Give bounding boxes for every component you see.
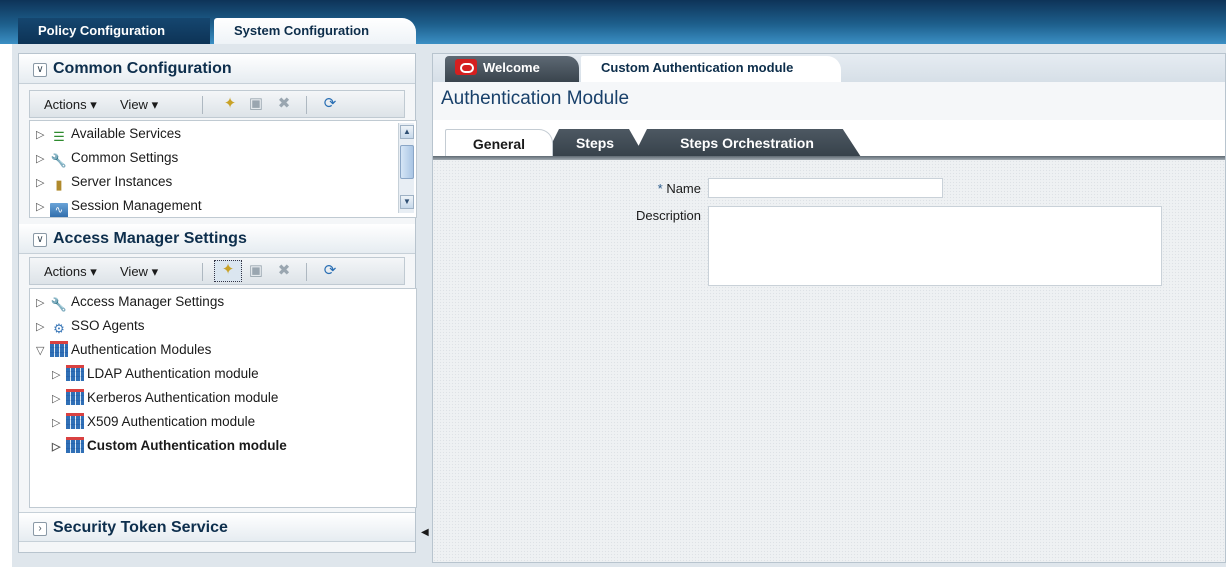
expand-icon[interactable]: ▷ [36,148,50,170]
chevron-down-icon: ∨ [33,233,47,247]
refresh-icon[interactable]: ⟳ [320,95,340,113]
scroll-up-icon[interactable]: ▲ [400,125,414,139]
oracle-logo-icon [455,59,477,75]
view-menu[interactable]: View ▾ [120,97,158,113]
session-monitor-icon: ∿ [50,203,68,217]
name-label: * Name [657,181,701,196]
name-input[interactable] [708,178,943,198]
expand-icon[interactable]: ▷ [36,292,50,314]
access-manager-toolbar: Actions ▾ View ▾ ✦ ▣ ✖ ⟳ [29,257,405,285]
toolbar-separator [202,263,203,281]
delete-icon[interactable]: ✖ [274,262,294,280]
module-grid-icon [66,413,84,429]
module-grid-icon [66,365,84,381]
general-form: * Name Description [433,160,1225,562]
create-icon[interactable]: ✦ [214,260,242,282]
accordion-title: Access Manager Settings [53,230,247,247]
create-icon[interactable]: ✦ [220,95,240,113]
content-pane: Welcome Custom Authentication module Aut… [432,53,1226,563]
expand-icon[interactable]: ▷ [36,316,50,338]
tab-steps-orchestration[interactable]: Steps Orchestration [633,129,861,157]
expand-icon[interactable]: ▷ [36,196,50,217]
tab-general[interactable]: General [445,129,553,157]
view-menu[interactable]: View ▾ [120,264,158,280]
accordion-security-token-service[interactable]: › Security Token Service [19,512,415,542]
refresh-icon[interactable]: ⟳ [320,262,340,280]
module-grid-icon [66,437,84,453]
accordion-common-configuration[interactable]: ∨ Common Configuration [19,54,415,84]
tree-item-ldap-module[interactable]: ▷ LDAP Authentication module [52,363,259,387]
description-label: Description [635,208,701,223]
actions-menu[interactable]: Actions ▾ [44,264,97,280]
navigation-pane: ∨ Common Configuration Actions ▾ View ▾ ✦… [18,53,417,553]
module-grid-icon [66,389,84,405]
tree-item-x509-module[interactable]: ▷ X509 Authentication module [52,411,255,435]
accordion-title: Common Configuration [53,60,232,77]
expand-icon[interactable]: ▷ [52,388,66,410]
document-tabs: Welcome Custom Authentication module [433,54,1225,82]
expand-icon[interactable]: ▷ [36,172,50,194]
tree-item-session-management[interactable]: ▷ ∿ Session Management [36,195,202,217]
page-title: Authentication Module [441,88,630,109]
tree-item-sso-agents[interactable]: ▷ ⚙ SSO Agents [36,315,145,339]
tab-custom-authentication-module[interactable]: Custom Authentication module [581,56,841,82]
module-grid-icon [50,341,68,357]
toolbar-separator [202,96,203,114]
description-input[interactable] [708,206,1162,286]
agents-icon: ⚙ [53,321,65,336]
common-config-toolbar: Actions ▾ View ▾ ✦ ▣ ✖ ⟳ [29,90,405,118]
access-manager-tree: ▷ 🔧 Access Manager Settings ▷ ⚙ SSO Agents ▽… [29,288,417,508]
wrench-icon: 🔧 [50,153,68,168]
tree-scrollbar[interactable]: ▲ ▼ [398,123,414,213]
scroll-thumb[interactable] [400,145,414,179]
chevron-down-icon: ∨ [33,63,47,77]
accordion-title: Security Token Service [53,519,228,536]
tab-welcome[interactable]: Welcome [445,56,579,82]
tab-system-configuration[interactable]: System Configuration [214,18,416,44]
tree-item-access-manager-settings[interactable]: ▷ 🔧 Access Manager Settings [36,291,224,315]
tree-item-available-services[interactable]: ▷ ☰ Available Services [36,123,181,147]
expand-icon[interactable]: ▷ [36,124,50,146]
folder-icon[interactable]: ▣ [246,262,266,280]
actions-menu[interactable]: Actions ▾ [44,97,97,113]
server-icon: ▮ [55,177,63,192]
common-config-tree: ▷ ☰ Available Services ▷ 🔧 Common Settings ▷… [29,120,417,218]
accordion-access-manager-settings[interactable]: ∨ Access Manager Settings [19,224,415,254]
services-icon: ☰ [53,129,65,144]
application-tab-bar: Policy Configuration System Configuratio… [0,0,1226,44]
expand-icon[interactable]: ▷ [52,364,66,386]
folder-icon[interactable]: ▣ [246,95,266,113]
wrench-icon: 🔧 [50,297,68,312]
collapse-icon[interactable]: ▽ [36,340,50,362]
delete-icon[interactable]: ✖ [274,95,294,113]
toolbar-separator [306,96,307,114]
expand-icon[interactable]: ▷ [52,436,66,458]
required-mark: * [657,181,663,196]
chevron-right-icon: › [33,522,47,536]
tree-item-kerberos-module[interactable]: ▷ Kerberos Authentication module [52,387,278,411]
tree-item-custom-module[interactable]: ▷ Custom Authentication module [52,435,287,459]
tree-item-common-settings[interactable]: ▷ 🔧 Common Settings [36,147,178,171]
tab-policy-configuration[interactable]: Policy Configuration [18,18,210,44]
toolbar-separator [306,263,307,281]
expand-icon[interactable]: ▷ [52,412,66,434]
module-tabs: Steps Orchestration Steps General [433,120,1225,160]
tree-item-server-instances[interactable]: ▷ ▮ Server Instances [36,171,172,195]
collapse-pane-icon[interactable]: ◀ [421,520,431,546]
tab-steps[interactable]: Steps [545,129,645,157]
tree-item-authentication-modules[interactable]: ▽ Authentication Modules [36,339,211,363]
scroll-down-icon[interactable]: ▼ [400,195,414,209]
